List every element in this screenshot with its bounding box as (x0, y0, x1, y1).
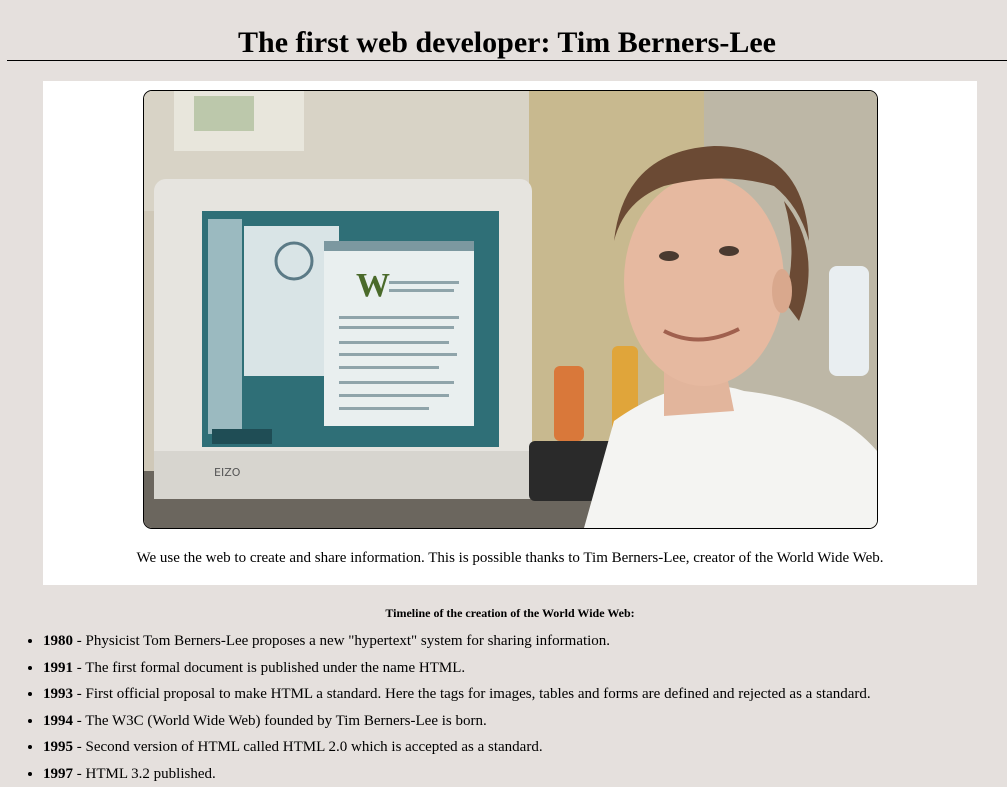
timeline-year: 1991 (43, 659, 73, 676)
timeline-item: 1994 - The W3C (World Wide Web) founded … (43, 712, 871, 730)
timeline-item: 1993 - First official proposal to make H… (43, 685, 871, 703)
timeline-heading: Timeline of the creation of the World Wi… (385, 606, 635, 620)
timeline-year: 1995 (43, 739, 73, 755)
page: The first web developer: Tim Berners-Lee (0, 0, 1007, 787)
timeline-list: 1980 - Physicist Tom Berners-Lee propose… (0, 632, 871, 787)
timeline-text: - HTML 3.2 published. (73, 765, 216, 782)
timeline-text: - Second version of HTML called HTML 2.0… (73, 739, 543, 755)
page-title: The first web developer: Tim Berners-Lee (7, 0, 1007, 61)
figure-card: W EIZO We use the web to create and shar… (43, 81, 977, 585)
timeline-text: - The W3C (World Wide Web) founded by Ti… (73, 712, 487, 729)
svg-text:W: W (356, 267, 390, 304)
timeline-year: 1980 (43, 633, 73, 649)
timeline-text: - First official proposal to make HTML a… (73, 686, 871, 702)
timeline-text: - Physicist Tom Berners-Lee proposes a n… (73, 633, 611, 649)
timeline-item: 1995 - Second version of HTML called HTM… (43, 738, 871, 756)
timeline-item: 1980 - Physicist Tom Berners-Lee propose… (43, 632, 871, 650)
timeline-year: 1994 (43, 712, 73, 729)
tim-berners-lee-photo: W EIZO (143, 90, 878, 529)
timeline-item: 1997 - HTML 3.2 published. (43, 765, 871, 783)
timeline-text: - The first formal document is published… (73, 659, 466, 676)
timeline-year: 1997 (43, 765, 73, 782)
photo-caption: We use the web to create and share infor… (136, 550, 884, 566)
svg-text:EIZO: EIZO (214, 466, 241, 479)
timeline-year: 1993 (43, 686, 73, 702)
timeline-item: 1991 - The first formal document is publ… (43, 659, 871, 677)
